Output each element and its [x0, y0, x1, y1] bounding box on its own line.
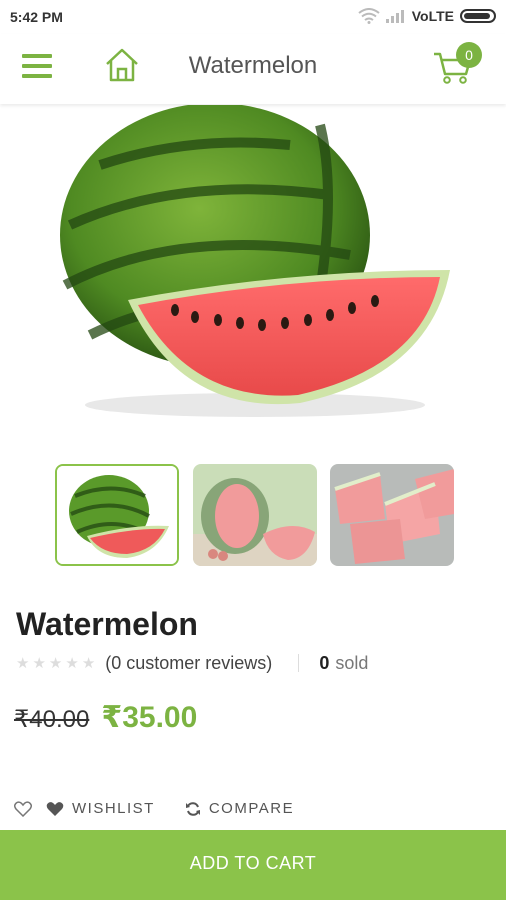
star-icon: ★	[16, 655, 30, 672]
star-icon: ★	[32, 655, 46, 672]
product-actions: WISHLIST COMPARE	[14, 800, 294, 817]
sale-price: ₹35.00	[101, 701, 198, 734]
rating-row: ★ ★ ★ ★ ★ (0 customer reviews) 0 sold	[16, 652, 368, 674]
heart-outline-icon	[14, 800, 32, 817]
star-icon: ★	[65, 655, 79, 672]
product-main-image	[60, 105, 450, 417]
old-price: ₹40.00	[14, 706, 90, 733]
wifi-icon	[358, 8, 380, 24]
star-icon: ★	[81, 655, 96, 672]
sold-label: sold	[335, 652, 369, 673]
compare-button[interactable]: COMPARE	[185, 800, 294, 817]
cart-count-badge: 0	[456, 42, 482, 68]
divider	[298, 654, 300, 672]
thumbnail-1[interactable]	[55, 464, 179, 566]
status-icons: VoLTE	[358, 8, 496, 24]
refresh-icon	[185, 801, 200, 816]
wishlist-label: WISHLIST	[72, 800, 155, 817]
signal-icon	[385, 10, 404, 23]
thumbnail-2[interactable]	[193, 464, 317, 566]
product-name: Watermelon	[16, 606, 198, 642]
thumbnail-gallery	[55, 464, 455, 566]
page-title: Watermelon	[188, 52, 318, 79]
heart-icon	[46, 801, 64, 816]
star-icon: ★	[48, 655, 63, 672]
sold-count: 0	[319, 652, 330, 673]
add-to-cart-button[interactable]: ADD TO CART	[0, 830, 506, 900]
reviews-link[interactable]: (0 customer reviews)	[105, 653, 272, 674]
app-header: Watermelon 0	[0, 34, 506, 104]
thumbnail-3[interactable]	[330, 464, 454, 566]
star-rating: ★ ★ ★ ★ ★	[16, 654, 95, 672]
status-bar: 5:42 PM VoLTE	[0, 0, 506, 34]
compare-label: COMPARE	[208, 800, 295, 817]
status-time: 5:42 PM	[10, 9, 63, 25]
battery-icon	[460, 9, 496, 23]
carrier-label: VoLTE	[411, 8, 454, 24]
price-row: ₹40.00 ₹35.00	[14, 700, 197, 735]
wishlist-button[interactable]: WISHLIST	[14, 800, 155, 817]
